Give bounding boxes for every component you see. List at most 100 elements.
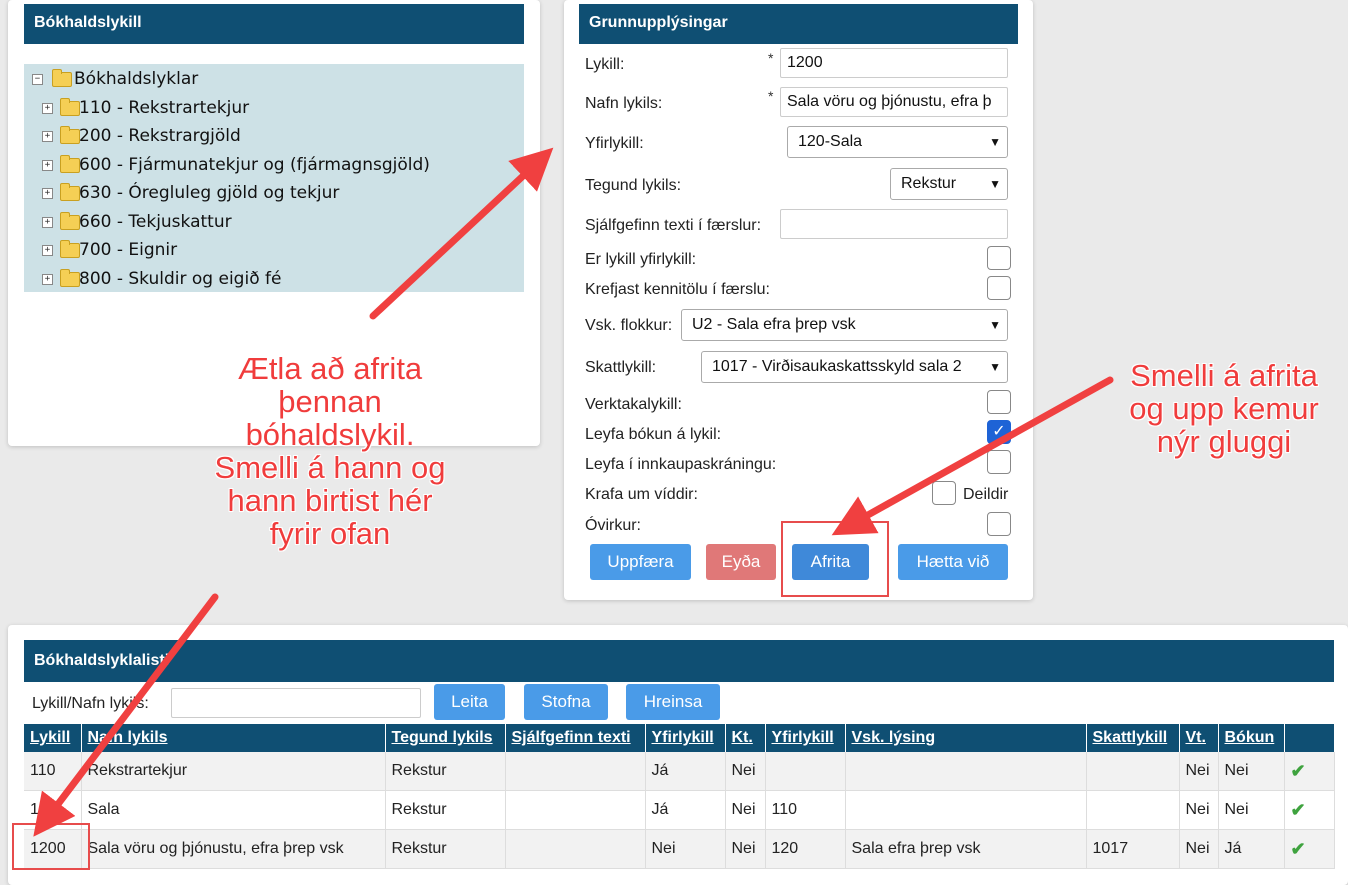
tree-root[interactable]: − Bókhaldslyklar [24,66,504,92]
column-header[interactable]: Skattlykill [1086,724,1180,752]
table-cell [505,752,646,791]
create-button[interactable]: Stofna [524,684,608,720]
annotation-line: hann birtist hér [227,483,433,518]
annotation-line: bóhaldslykil. [245,417,415,452]
update-button[interactable]: Uppfæra [590,544,691,580]
tegund-lykils-select[interactable]: Rekstur ▼ [890,168,1008,200]
table-cell: Já [645,790,726,830]
check-icon[interactable]: ✔ [1284,829,1335,869]
expand-icon[interactable]: + [42,245,53,256]
sjalfgefinn-texti-input[interactable] [780,209,1008,239]
leyfa-bokun-label: Leyfa bókun á lykil: [585,426,722,443]
krafa-um-viddir-label: Krafa um víddir: [585,486,698,503]
er-yfirlykill-checkbox[interactable] [987,246,1011,270]
tree-item[interactable]: + 630 - Óregluleg gjöld og tekjur [24,180,504,206]
clear-button[interactable]: Hreinsa [626,684,720,720]
tree-item[interactable]: + 110 - Rekstrartekjur [24,95,504,121]
table-cell: Nei [645,829,726,869]
required-mark: * [768,50,774,66]
column-header[interactable]: Yfirlykill [645,724,726,752]
cancel-button[interactable]: Hætta við [898,544,1008,580]
table-cell [1086,752,1180,791]
tree-item-label: 630 - Óregluleg gjöld og tekjur [79,183,340,203]
lykill-input[interactable]: 1200 [780,48,1008,78]
table-cell: 110 [765,790,846,830]
folder-icon [60,126,80,144]
tree-item[interactable]: + 800 - Skuldir og eigið fé [24,266,504,292]
table-row[interactable]: 1200 Sala vöru og þjónustu, efra þrep vs… [24,829,1335,869]
annotation-line: Smelli á afrita [1130,358,1318,393]
tree-item[interactable]: + 700 - Eignir [24,237,504,263]
folder-icon [52,69,72,87]
column-header[interactable]: Vsk. lýsing [845,724,1087,752]
left-annotation: Ætla að afrita þennan bóhaldslykil. Smel… [205,352,455,550]
list-panel-title: Bókhaldslyklalisti [24,640,1334,682]
table-cell: Sala [81,790,386,830]
column-header[interactable]: Bókun [1218,724,1285,752]
copy-button-highlight [781,521,889,597]
right-annotation: Smelli á afrita og upp kemur nýr gluggi [1120,359,1328,458]
column-header[interactable]: Nafn lykils [81,724,386,752]
table-cell: Nei [725,829,766,869]
table-cell: Sala efra þrep vsk [845,829,1087,869]
ovirkur-checkbox[interactable] [987,512,1011,536]
table-cell: Nei [1179,829,1219,869]
skattlykill-label: Skattlykill: [585,359,657,376]
expand-icon[interactable]: + [42,188,53,199]
skattlykill-select[interactable]: 1017 - Virðisaukaskattsskyld sala 2 ▼ [701,351,1008,383]
search-input[interactable] [171,688,421,718]
expand-icon[interactable]: + [42,131,53,142]
er-yfirlykill-label: Er lykill yfirlykill: [585,251,697,268]
collapse-icon[interactable]: − [32,74,43,85]
tree-item[interactable]: + 200 - Rekstrargjöld [24,123,504,149]
table-cell: Já [1218,829,1285,869]
leyfa-bokun-checkbox[interactable]: ✓ [987,420,1011,444]
yfirlykill-select[interactable]: 120-Sala ▼ [787,126,1008,158]
nafn-lykils-input[interactable]: Sala vöru og þjónustu, efra þ [780,87,1008,117]
search-button[interactable]: Leita [434,684,505,720]
table-cell: Nei [1179,790,1219,830]
table-row[interactable]: 1 Sala Rekstur Já Nei 110 Nei Nei ✔ [24,790,1335,830]
annotation-line: Smelli á hann og [214,450,446,485]
expand-icon[interactable]: + [42,274,53,285]
search-label: Lykill/Nafn lykils: [32,695,149,712]
folder-icon [60,212,80,230]
check-icon[interactable]: ✔ [1284,790,1335,830]
table-cell: Nei [1179,752,1219,791]
lykill-label: Lykill: [585,56,625,73]
column-header[interactable]: Lykill [24,724,82,752]
annotation-line: og upp kemur [1129,391,1319,426]
column-header[interactable]: Sjálfgefinn texti [505,724,646,752]
krafa-um-viddir-checkbox[interactable] [932,481,956,505]
annotation-line: fyrir ofan [269,516,391,551]
table-header-row: Lykill Nafn lykils Tegund lykils Sjálfge… [24,724,1335,752]
table-cell [505,790,646,830]
table-cell [845,790,1087,830]
column-header[interactable]: Kt. [725,724,766,752]
leyfa-innkaup-checkbox[interactable] [987,450,1011,474]
column-header[interactable]: Yfirlykill [765,724,846,752]
table-cell: Nei [1218,790,1285,830]
expand-icon[interactable]: + [42,160,53,171]
folder-icon [60,240,80,258]
verktakalykill-checkbox[interactable] [987,390,1011,414]
expand-icon[interactable]: + [42,103,53,114]
tree-item[interactable]: + 660 - Tekjuskattur [24,209,504,235]
folder-icon [60,183,80,201]
column-header[interactable]: Vt. [1179,724,1219,752]
table-row[interactable]: 110 Rekstrartekjur Rekstur Já Nei Nei Ne… [24,752,1335,791]
form-panel-title: Grunnupplýsingar [579,4,1018,44]
tegund-lykils-value: Rekstur [901,175,957,192]
krefjast-kennitolu-checkbox[interactable] [987,276,1011,300]
check-icon[interactable]: ✔ [1284,752,1335,791]
column-header[interactable]: Tegund lykils [385,724,506,752]
expand-icon[interactable]: + [42,217,53,228]
leyfa-innkaup-label: Leyfa í innkaupaskráningu: [585,456,777,473]
annotation-line: þennan [278,384,382,419]
vsk-flokkur-select[interactable]: U2 - Sala efra þrep vsk ▼ [681,309,1008,341]
ovirkur-label: Óvirkur: [585,517,641,534]
annotation-line: Ætla að afrita [237,351,423,386]
delete-button[interactable]: Eyða [706,544,776,580]
tree-item[interactable]: + 600 - Fjármunatekjur og (fjármagnsgjöl… [24,152,504,178]
table-cell [505,829,646,869]
